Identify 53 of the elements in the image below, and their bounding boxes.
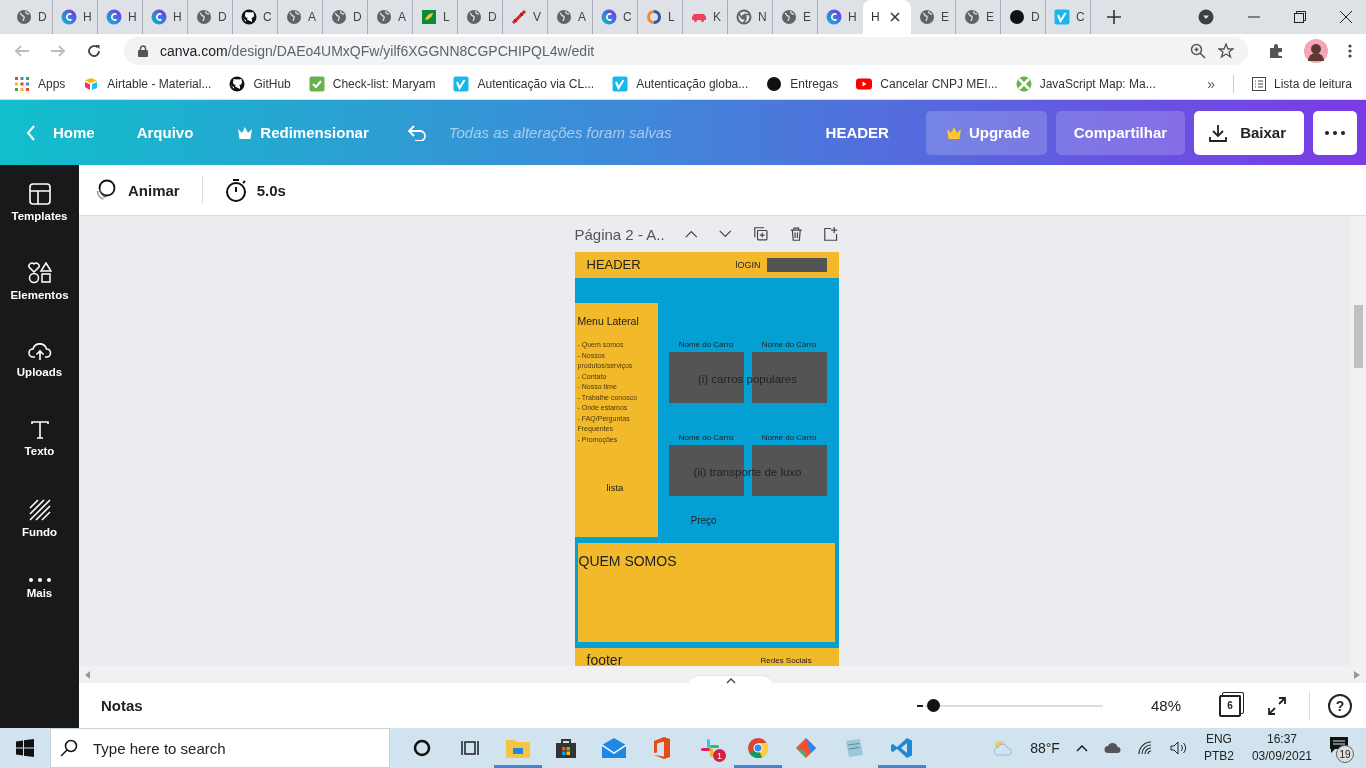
- login-text: lOGIN: [735, 260, 761, 270]
- footer-text: footer: [586, 652, 623, 666]
- share-button[interactable]: Compartilhar: [1055, 110, 1186, 155]
- design-title[interactable]: HEADER: [825, 124, 889, 141]
- social-label: Redes Sociais: [760, 656, 812, 665]
- bookmark[interactable]: Apps: [14, 75, 66, 92]
- url-text: canva.com/design/DAEo4UMxQFw/yilf6XGGNN8CGPCHIPQL4w/edit: [160, 43, 595, 59]
- bookmark[interactable]: JavaScript Map: Ma...: [1015, 75, 1156, 92]
- notification-badge: 1: [713, 749, 726, 762]
- animate-button[interactable]: Animar: [94, 179, 180, 201]
- side-panel-tab[interactable]: Mais: [0, 578, 79, 657]
- bookmark[interactable]: Airtable - Material...: [83, 75, 212, 92]
- car-name: Nome do Carro: [678, 433, 734, 442]
- about-title: QUEM SOMOS: [578, 553, 677, 569]
- zoom-percentage[interactable]: 48%: [1150, 697, 1181, 714]
- help-button[interactable]: ?: [1328, 693, 1352, 718]
- duration-button[interactable]: 5.0s: [224, 178, 286, 202]
- more-bookmarks[interactable]: »: [1207, 75, 1215, 92]
- car-name: Nome do Carro: [761, 340, 817, 349]
- address-bar[interactable]: canva.com/design/DAEo4UMxQFw/yilf6XGGNN8CGPCHIPQL4w/edit: [124, 37, 1248, 65]
- upgrade-button[interactable]: Upgrade: [925, 110, 1047, 155]
- clock[interactable]: 16:37 03/09/2021: [1251, 731, 1312, 765]
- notes-button[interactable]: Notas: [101, 697, 143, 714]
- page-title[interactable]: Página 2 - A..: [574, 225, 665, 243]
- header-text: HEADER: [586, 257, 641, 272]
- save-status: Todas as alterações foram salvas: [448, 124, 672, 141]
- notification-count: 19: [1336, 745, 1354, 763]
- bookmark[interactable]: Autenticação via CL...: [453, 75, 595, 92]
- reading-list-button[interactable]: Lista de leitura: [1251, 76, 1352, 91]
- menu-title: Menu Lateral: [577, 315, 639, 327]
- side-panel-tab[interactable]: Texto: [0, 420, 79, 499]
- side-panel-tab[interactable]: Elementos: [0, 262, 79, 341]
- browser-tab[interactable]: H: [863, 0, 911, 34]
- taskbar-app[interactable]: 1: [686, 728, 734, 768]
- side-panel-tab[interactable]: Fundo: [0, 499, 79, 578]
- search-field[interactable]: Type here to search: [50, 728, 390, 768]
- car-name: Nome do Carro: [678, 340, 734, 349]
- download-button[interactable]: Baixar: [1194, 110, 1304, 155]
- bookmark[interactable]: Entregas: [766, 75, 839, 92]
- side-panel-tab[interactable]: Uploads: [0, 341, 79, 420]
- notifications-button[interactable]: 19: [1330, 733, 1356, 763]
- bookmark[interactable]: GitHub: [229, 75, 291, 92]
- bookmark[interactable]: Autenticação globa...: [612, 75, 749, 92]
- side-panel-tab[interactable]: Templates: [0, 183, 79, 262]
- list-label: lista: [606, 482, 624, 493]
- weather-temperature[interactable]: 88°F: [1030, 740, 1060, 756]
- car-name: Nome do Carro: [761, 433, 817, 442]
- bookmark[interactable]: Cancelar CNPJ MEI...: [856, 75, 998, 92]
- input-language[interactable]: ENG PTB2: [1203, 731, 1234, 765]
- bookmark[interactable]: Check-list: Maryam: [308, 75, 436, 92]
- page-count-button[interactable]: 6: [1219, 694, 1241, 717]
- price-label: Preço: [690, 515, 717, 526]
- browser-tab[interactable]: H: [818, 0, 863, 34]
